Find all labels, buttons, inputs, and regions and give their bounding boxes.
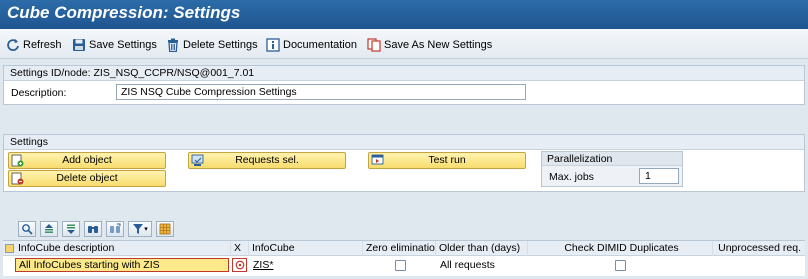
trash-icon [168, 38, 178, 52]
grid-layout-icon [159, 223, 171, 235]
value-help-button[interactable] [232, 258, 247, 272]
col-zero-elimination[interactable]: Zero elimination [363, 241, 436, 256]
value-help-icon [235, 260, 244, 270]
save-as-new-settings-button[interactable]: Save As New Settings [367, 36, 492, 53]
max-jobs-label: Max. jobs [549, 171, 594, 183]
max-jobs-field[interactable]: 1 [639, 168, 679, 184]
add-object-button[interactable]: Add object [8, 152, 166, 169]
refresh-button[interactable]: Refresh [6, 36, 62, 53]
layout-button[interactable] [156, 221, 174, 237]
delete-object-button[interactable]: Delete object [8, 170, 166, 187]
test-run-icon [371, 154, 384, 165]
find-next-button[interactable] [106, 221, 124, 237]
delete-row-icon [11, 172, 24, 185]
documentation-button[interactable]: Documentation [266, 36, 357, 53]
infocube-cell[interactable]: ZIS* [253, 259, 273, 271]
description-field[interactable]: ZIS NSQ Cube Compression Settings [116, 84, 526, 100]
older-than-cell[interactable]: All requests [440, 259, 495, 271]
settings-id-row: Settings ID/node: ZIS_NSQ_CCPR/NSQ@001_7… [4, 66, 804, 81]
binoculars-next-icon [110, 223, 121, 233]
application-toolbar: Refresh Save Settings Delete Settings Do… [0, 29, 808, 59]
col-older-than[interactable]: Older than (days) [436, 241, 528, 256]
parallelization-group: Parallelization Max. jobs 1 [541, 151, 683, 187]
filter-button[interactable]: ▾ [128, 221, 152, 237]
page-title: Cube Compression: Settings [7, 3, 241, 22]
col-unprocessed-req[interactable]: Unprocessed req. [713, 241, 805, 256]
check-dimid-checkbox[interactable] [615, 260, 626, 271]
filter-dropdown-icon: ▾ [144, 226, 148, 233]
col-check-dimid[interactable]: Check DIMID Duplicates [528, 241, 713, 256]
save-as-new-label: Save As New Settings [384, 38, 493, 51]
sort-ascending-button[interactable] [40, 221, 58, 237]
details-button[interactable] [18, 221, 36, 237]
binoculars-icon [88, 226, 98, 233]
save-icon [73, 38, 85, 51]
settings-panel-title: Settings [4, 135, 804, 150]
info-icon [266, 37, 280, 52]
refresh-label: Refresh [23, 38, 62, 51]
requests-sel-label: Requests sel. [235, 154, 299, 166]
delete-settings-button[interactable]: Delete Settings [166, 36, 258, 53]
delete-object-label: Delete object [56, 172, 118, 184]
table-row[interactable]: All InfoCubes starting with ZIS ZIS* All… [3, 257, 805, 273]
col-infocube-description[interactable]: InfoCube description [15, 241, 231, 256]
add-object-label: Add object [62, 154, 112, 166]
table-header: InfoCube description X InfoCube Zero eli… [3, 241, 805, 256]
col-infocube[interactable]: InfoCube [249, 241, 363, 256]
infocube-description-cell[interactable]: All InfoCubes starting with ZIS [15, 258, 229, 272]
requests-sel-button[interactable]: Requests sel. [188, 152, 346, 169]
test-run-button[interactable]: Test run [368, 152, 526, 169]
magnifier-icon [22, 224, 33, 235]
settings-id-value: ZIS_NSQ_CCPR/NSQ@001_7.01 [93, 67, 255, 79]
sort-descending-icon [67, 224, 75, 234]
sort-ascending-icon [45, 224, 53, 233]
select-all-icon[interactable] [5, 244, 14, 253]
zero-elimination-checkbox[interactable] [395, 260, 406, 271]
copy-document-icon [367, 37, 381, 52]
title-bar: Cube Compression: Settings [0, 0, 808, 29]
request-selection-icon [191, 154, 204, 166]
add-row-icon [11, 154, 24, 167]
filter-icon [133, 224, 144, 234]
col-x[interactable]: X [231, 241, 249, 256]
test-run-label: Test run [428, 154, 466, 166]
settings-header-panel: Settings ID/node: ZIS_NSQ_CCPR/NSQ@001_7… [3, 65, 805, 105]
description-label: Description: [11, 87, 67, 99]
find-button[interactable] [84, 221, 102, 237]
delete-settings-label: Delete Settings [183, 38, 258, 51]
save-settings-label: Save Settings [89, 38, 157, 51]
documentation-label: Documentation [283, 38, 357, 51]
parallelization-title: Parallelization [542, 152, 682, 166]
refresh-icon [7, 38, 19, 51]
infocube-table: InfoCube description X InfoCube Zero eli… [3, 240, 805, 276]
save-settings-button[interactable]: Save Settings [72, 36, 157, 53]
settings-id-label: Settings ID/node: [10, 67, 91, 79]
sort-descending-button[interactable] [62, 221, 80, 237]
